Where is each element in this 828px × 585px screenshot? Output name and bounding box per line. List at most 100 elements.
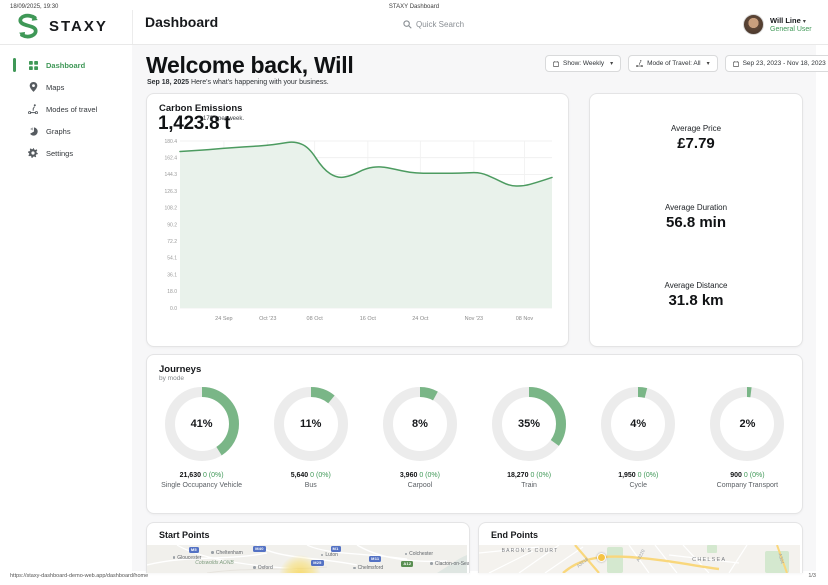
brand-name: STAXY	[49, 18, 108, 35]
scooter-icon	[636, 60, 643, 67]
donut-chart: 4%	[599, 385, 677, 463]
avatar[interactable]	[743, 14, 764, 35]
journey-mode-label: Cycle	[629, 482, 647, 489]
map-town-label: Colchester	[409, 551, 433, 557]
average-price-label: Average Price	[590, 124, 802, 133]
user-menu[interactable]: Will Line ▾ General User	[743, 14, 812, 35]
carbon-emissions-per-week: 178 t per week.	[203, 116, 244, 122]
map-town-label: Clacton-on-Sea	[435, 561, 469, 567]
donut-chart: 35%	[490, 385, 568, 463]
user-name: Will Line	[770, 16, 801, 25]
welcome-date: Sep 18, 2025	[147, 79, 189, 86]
district-label: BARON'S COURT	[502, 548, 559, 554]
journeys-title: Journeys	[159, 364, 201, 375]
svg-text:72.2: 72.2	[167, 239, 177, 245]
district-label: CHELSEA	[692, 557, 726, 563]
donut-percent: 8%	[381, 385, 459, 463]
svg-text:162.4: 162.4	[164, 156, 177, 162]
welcome-subtitle: Here's what's happening with your busine…	[191, 79, 329, 86]
svg-text:126.3: 126.3	[164, 189, 177, 195]
journey-count: 900	[730, 472, 742, 479]
date-range-filter[interactable]: Sep 23, 2023 - Nov 18, 2023 ▾	[725, 55, 828, 72]
sidebar-item-label: Maps	[46, 83, 64, 92]
emissions-line-chart: 180.4162.4144.3126.3108.290.272.254.136.…	[153, 136, 561, 334]
average-distance-value: 31.8 km	[590, 292, 802, 309]
pie-chart-icon	[28, 126, 38, 136]
sidebar: Dashboard Maps Modes of travel Graphs Se…	[0, 54, 131, 164]
donut-chart: 41%	[163, 385, 241, 463]
print-preview-page: 18/09/2025, 19:30 STAXY Dashboard https:…	[0, 0, 828, 585]
journey-delta: 0 (0%)	[310, 472, 331, 479]
map-town-label: Oxford	[258, 565, 273, 571]
end-points-card: End Points BARON'S COURT	[478, 522, 803, 573]
donut-chart: 11%	[272, 385, 350, 463]
journeys-subtitle: by mode	[159, 375, 184, 382]
svg-text:Nov '23: Nov '23	[465, 316, 483, 322]
motorway-shield: M25	[311, 560, 323, 566]
sidebar-item-settings[interactable]: Settings	[0, 142, 131, 164]
staxy-logo-icon	[13, 11, 43, 41]
average-duration-value: 56.8 min	[590, 214, 802, 231]
svg-text:Oct '23: Oct '23	[259, 316, 276, 322]
journey-mode-train: 35% 18,270 0 (0%) Train	[474, 385, 583, 489]
show-frequency-filter[interactable]: Show: Weekly ▾	[545, 55, 621, 72]
donut-percent: 35%	[490, 385, 568, 463]
journey-count: 1,950	[618, 472, 636, 479]
journey-mode-label: Bus	[305, 482, 317, 489]
dashboard-grid-icon	[28, 60, 38, 70]
start-points-map[interactable]: Gloucester Cheltenham Cotswolds AONB Oxf…	[147, 545, 469, 573]
chevron-down-icon: ▾	[707, 60, 710, 67]
journey-delta: 0 (0%)	[638, 472, 659, 479]
journeys-donut-grid: 41% 21,630 0 (0%) Single Occupancy Vehic…	[147, 385, 802, 489]
svg-text:08 Nov: 08 Nov	[516, 316, 534, 322]
svg-text:36.1: 36.1	[167, 272, 177, 278]
a-road-shield: A12	[401, 561, 413, 567]
map-region-label: Cotswolds AONB	[195, 560, 233, 566]
header-divider-vertical	[132, 10, 133, 44]
print-page-number: 1/3	[808, 573, 816, 579]
journey-mode-bus: 11% 5,640 0 (0%) Bus	[256, 385, 365, 489]
sidebar-item-graphs[interactable]: Graphs	[0, 120, 131, 142]
journey-mode-label: Carpool	[408, 482, 433, 489]
donut-percent: 41%	[163, 385, 241, 463]
map-town-label: Luton	[325, 552, 338, 558]
journey-mode-company-transport: 2% 900 0 (0%) Company Transport	[693, 385, 802, 489]
svg-text:0.0: 0.0	[170, 306, 177, 312]
quick-search[interactable]: Quick Search	[403, 20, 464, 29]
welcome-title: Welcome back, Will	[146, 52, 353, 79]
start-points-title: Start Points	[159, 530, 210, 540]
filter-label: Mode of Travel: All	[647, 60, 700, 67]
gear-icon	[28, 148, 38, 158]
sidebar-item-dashboard[interactable]: Dashboard	[0, 54, 131, 76]
print-doc-title: STAXY Dashboard	[0, 4, 828, 10]
sidebar-item-modes-of-travel[interactable]: Modes of travel	[0, 98, 131, 120]
average-price-value: £7.79	[590, 135, 802, 152]
svg-text:24 Sep: 24 Sep	[215, 316, 232, 322]
filter-label: Show: Weekly	[563, 60, 604, 67]
journey-mode-cycle: 4% 1,950 0 (0%) Cycle	[584, 385, 693, 489]
svg-text:16 Oct: 16 Oct	[360, 316, 377, 322]
svg-text:180.4: 180.4	[164, 139, 177, 145]
journey-mode-carpool: 8% 3,960 0 (0%) Carpool	[365, 385, 474, 489]
donut-percent: 11%	[272, 385, 350, 463]
map-pin-icon	[28, 82, 38, 92]
journey-count: 3,960	[400, 472, 418, 479]
averages-card: Average Price £7.79 Average Duration 56.…	[589, 93, 803, 347]
average-duration-label: Average Duration	[590, 203, 802, 212]
end-points-map[interactable]: BARON'S COURT CHELSEA A3218 A3220 A304	[479, 545, 802, 573]
journey-delta: 0 (0%)	[744, 472, 765, 479]
motorway-shield: M5	[189, 547, 199, 553]
sidebar-item-maps[interactable]: Maps	[0, 76, 131, 98]
sidebar-item-label: Settings	[46, 149, 73, 158]
staxy-logo[interactable]: STAXY	[13, 11, 108, 41]
journey-count: 18,270	[507, 472, 528, 479]
svg-text:108.2: 108.2	[164, 206, 177, 212]
search-placeholder: Quick Search	[416, 20, 464, 29]
calendar-icon	[733, 61, 739, 67]
sidebar-item-label: Graphs	[46, 127, 71, 136]
journey-delta: 0 (0%)	[419, 472, 440, 479]
donut-percent: 4%	[599, 385, 677, 463]
motorway-shield: M11	[369, 556, 381, 562]
mode-of-travel-filter[interactable]: Mode of Travel: All ▾	[628, 55, 718, 72]
carbon-emissions-card: Carbon Emissions 1,423.8 t 178 t per wee…	[146, 93, 569, 347]
